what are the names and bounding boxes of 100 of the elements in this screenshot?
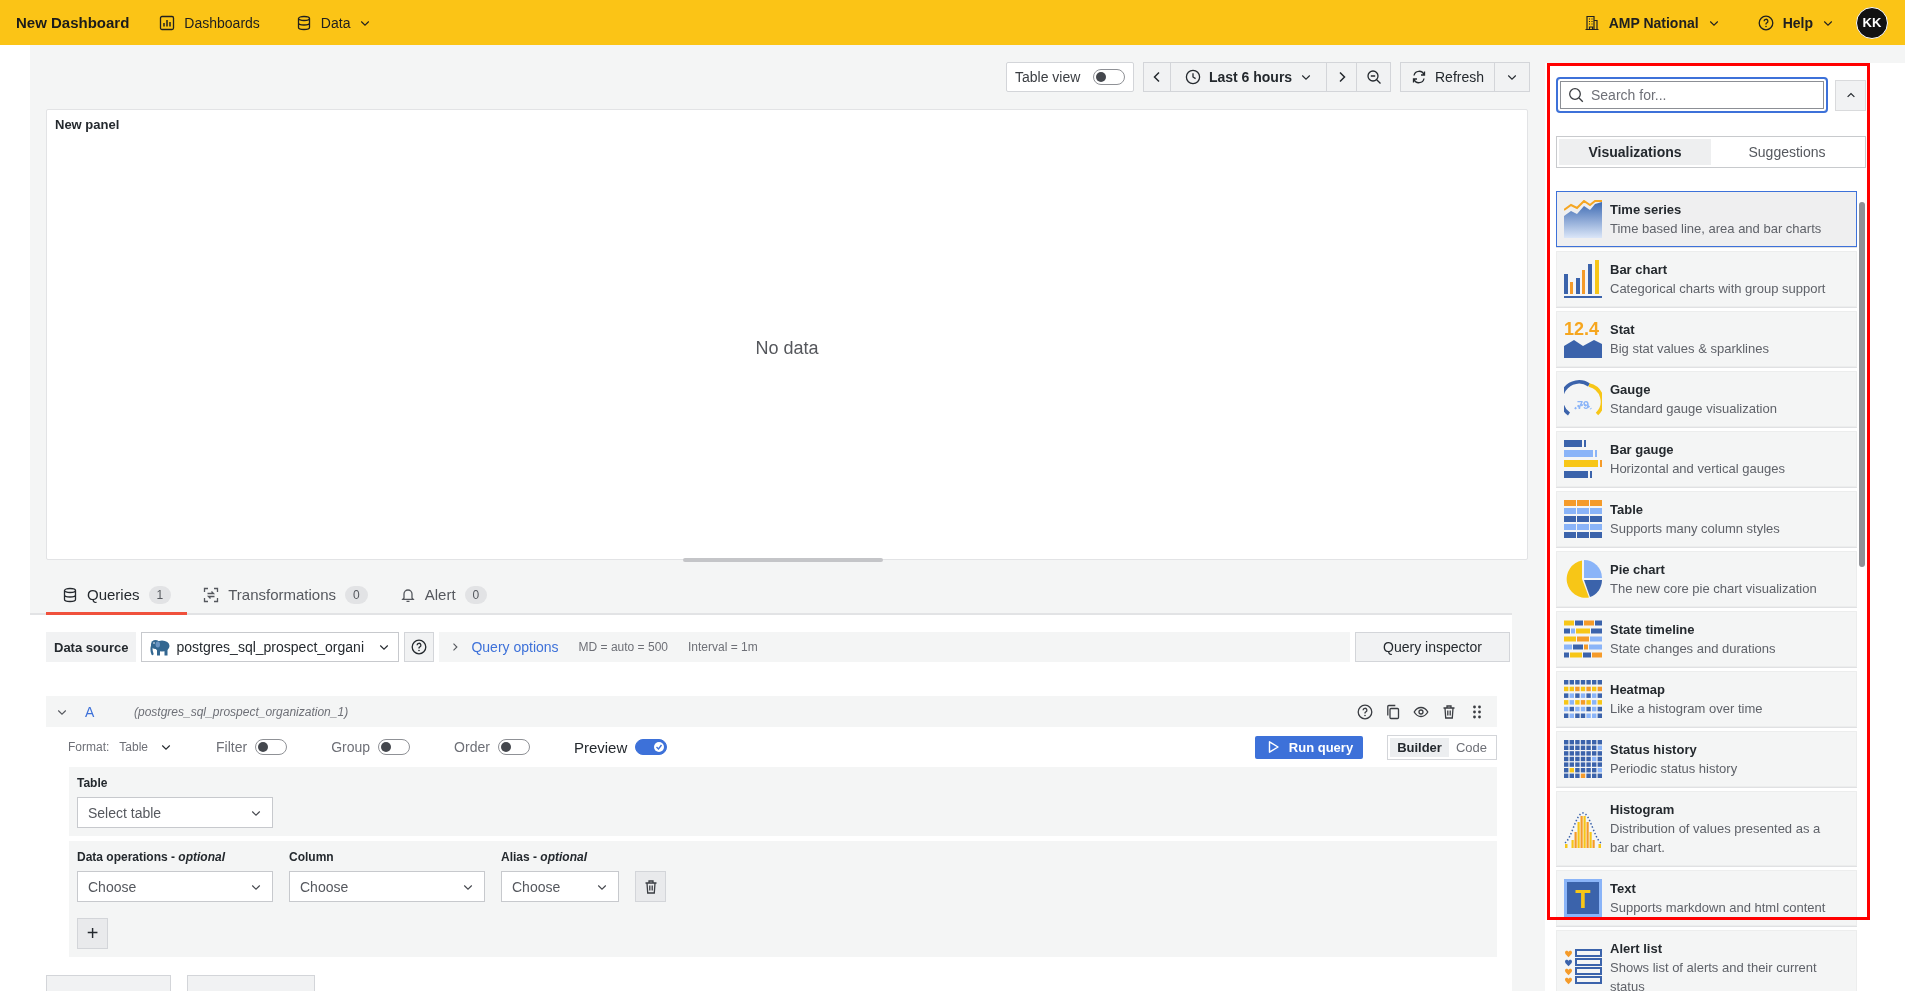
visualization-option[interactable]: Pie chart The new core pie chart visualization xyxy=(1556,551,1857,607)
table-grid-icon xyxy=(1564,500,1602,538)
alert-list-icon xyxy=(1564,948,1602,987)
help-menu[interactable]: Help xyxy=(1757,14,1834,31)
clock-icon xyxy=(1184,69,1201,85)
query-inspector-button[interactable]: Query inspector xyxy=(1355,632,1510,662)
query-options-toggle[interactable]: Query options xyxy=(449,639,559,655)
copy-icon[interactable] xyxy=(1385,703,1401,720)
switch-label: Group xyxy=(331,739,371,755)
scrollbar[interactable] xyxy=(1859,202,1865,567)
run-query-button[interactable]: Run query xyxy=(1254,735,1364,759)
editor-tab[interactable]: Transformations 0 xyxy=(187,577,384,615)
switch-label: Preview xyxy=(573,738,628,756)
toggle-switch[interactable] xyxy=(378,739,411,755)
query-ref-label[interactable]: A xyxy=(85,703,134,720)
option-title: Pie chart xyxy=(1610,561,1665,579)
time-range-picker[interactable]: Last 6 hours xyxy=(1170,62,1327,92)
visualization-option[interactable]: 12.4 Stat Big stat values & sparklines xyxy=(1556,311,1857,367)
toggle-switch[interactable] xyxy=(497,739,530,755)
count-badge: 0 xyxy=(345,585,368,604)
user-avatar[interactable]: KK xyxy=(1856,6,1888,39)
table-select[interactable]: Select table xyxy=(77,797,273,828)
option-description: Time based line, area and bar charts xyxy=(1610,220,1823,238)
bar-chart-icon xyxy=(1564,260,1602,298)
option-description: Like a histogram over time xyxy=(1610,700,1764,718)
help-icon xyxy=(411,639,428,655)
database-icon xyxy=(295,14,312,31)
panel-title: New panel xyxy=(54,116,121,133)
zoom-out-icon xyxy=(1365,69,1382,85)
add-operation-button[interactable]: + xyxy=(77,918,108,949)
option-title: Stat xyxy=(1610,321,1635,339)
option-title: Alert list xyxy=(1610,940,1662,958)
search-field[interactable]: Search for... xyxy=(1556,77,1828,113)
help-icon[interactable] xyxy=(1357,703,1373,720)
count-badge: 1 xyxy=(148,585,172,604)
query-datasource-name: (postgres_sql_prospect_organization_1) xyxy=(134,704,349,719)
toggle-switch[interactable] xyxy=(255,739,288,755)
toggle-switch[interactable] xyxy=(635,739,668,755)
trash-icon[interactable] xyxy=(1441,703,1457,720)
switch-label: Filter xyxy=(216,739,248,755)
visualization-option[interactable]: Status history Periodic status history xyxy=(1556,731,1857,787)
data-source-label: Data source xyxy=(46,632,137,662)
toggle-label: Table view xyxy=(1015,69,1081,85)
resize-handle[interactable] xyxy=(683,558,883,562)
field-label: Column xyxy=(289,850,334,865)
option-description: Distribution of values presented as a bar chart. xyxy=(1610,820,1822,857)
picker-tab[interactable]: Suggestions xyxy=(1711,139,1863,165)
data-source-select[interactable]: postgres_sql_prospect_organi xyxy=(141,632,400,662)
picker-tab[interactable]: Visualizations xyxy=(1559,139,1711,165)
histogram-icon xyxy=(1564,809,1602,848)
format-select[interactable]: Table xyxy=(119,740,173,754)
text-tile-icon: T xyxy=(1564,879,1602,917)
toggle-switch[interactable] xyxy=(1093,69,1125,85)
visualization-option[interactable]: Bar gauge Horizontal and vertical gauges xyxy=(1556,431,1857,487)
choose-select[interactable]: Choose xyxy=(289,871,485,902)
field-label: Alias - optional xyxy=(501,850,588,865)
visualization-option[interactable]: Alert list Shows list of alerts and their current status xyxy=(1556,930,1857,991)
editor-tab[interactable]: Alert 0 xyxy=(383,577,504,615)
mode-option[interactable]: Builder xyxy=(1390,737,1449,757)
visualization-option[interactable]: 79 Gauge Standard gauge visualization xyxy=(1556,371,1857,427)
choose-select[interactable]: Choose xyxy=(77,871,273,902)
visualization-option[interactable]: State timeline State changes and durations xyxy=(1556,611,1857,667)
mode-option[interactable]: Code xyxy=(1448,737,1494,757)
option-description: Periodic status history xyxy=(1610,760,1739,778)
database-icon xyxy=(62,586,78,603)
option-title: Bar gauge xyxy=(1610,441,1674,459)
check-icon xyxy=(654,742,665,752)
option-title: Bar chart xyxy=(1610,261,1668,279)
option-description: State changes and durations xyxy=(1610,640,1777,658)
option-title: Time series xyxy=(1610,201,1682,219)
query-option-value: Interval = 1m xyxy=(688,640,758,654)
choose-select[interactable]: Choose xyxy=(501,871,619,902)
option-description: Categorical charts with group support xyxy=(1610,280,1827,298)
visualization-option[interactable]: Table Supports many column styles xyxy=(1556,491,1857,547)
option-title: Status history xyxy=(1610,741,1697,759)
option-description: Supports markdown and html content xyxy=(1610,899,1827,917)
option-title: State timeline xyxy=(1610,621,1695,639)
option-title: Gauge xyxy=(1610,381,1651,399)
option-description: Shows list of alerts and their current status xyxy=(1610,959,1818,991)
visualization-option[interactable]: T Text Supports markdown and html content xyxy=(1556,870,1857,926)
timeline-bars-icon xyxy=(1564,620,1602,658)
pie-chart-icon xyxy=(1564,560,1602,598)
organization-menu[interactable]: AMP National xyxy=(1583,14,1720,31)
delete-button[interactable] xyxy=(635,871,666,902)
help-icon xyxy=(1757,14,1774,31)
building-icon xyxy=(1583,14,1600,31)
visualization-option[interactable]: Histogram Distribution of values presented as a bar chart. xyxy=(1556,791,1857,866)
nav-link[interactable]: Data xyxy=(295,14,372,31)
visualization-option[interactable]: Heatmap Like a histogram over time xyxy=(1556,671,1857,727)
visualization-option[interactable]: Bar chart Categorical charts with group support xyxy=(1556,251,1857,307)
nav-link[interactable]: Dashboards xyxy=(159,14,260,31)
help-button[interactable] xyxy=(404,632,435,662)
refresh-button[interactable]: Refresh xyxy=(1400,62,1495,92)
zoom-out-button[interactable] xyxy=(1356,62,1391,92)
no-data-message: No data xyxy=(755,337,819,359)
field-label: Table xyxy=(77,776,108,791)
visualization-option[interactable]: Time series Time based line, area and bar charts xyxy=(1556,191,1857,247)
dashboard-title: New Dashboard xyxy=(16,14,130,31)
bar-chart-icon xyxy=(159,14,176,31)
previous-range-button[interactable] xyxy=(1143,62,1171,92)
